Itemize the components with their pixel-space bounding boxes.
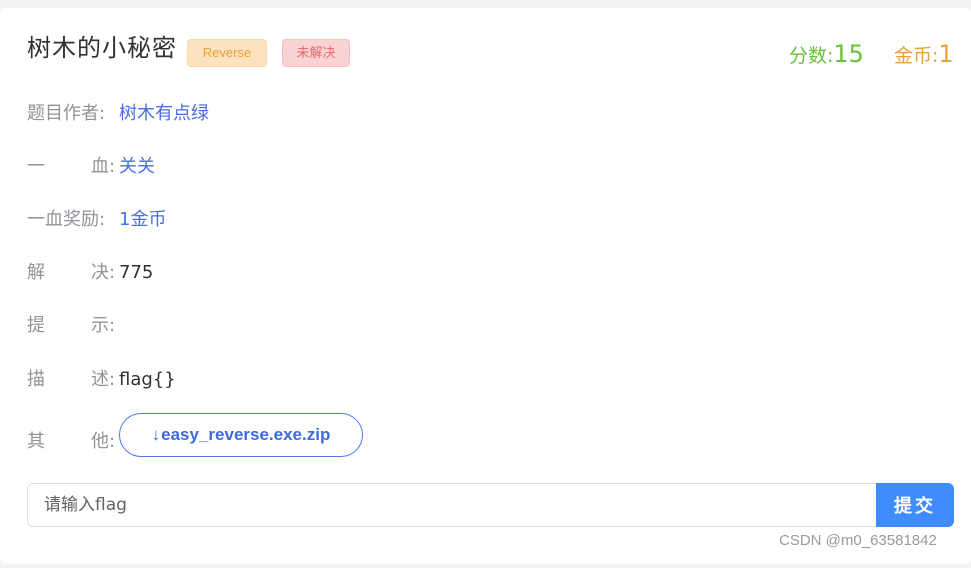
description-value: flag{} [119,369,176,390]
author-label: 题目作者: [27,103,106,124]
hint-label: 提示: [27,315,116,336]
status-tag: 未解决 [282,39,350,67]
coin-label: 金币: [894,45,939,67]
category-tag: Reverse [187,39,267,67]
author-link[interactable]: 树木有点绿 [119,100,209,128]
description-label: 描述: [27,369,116,390]
score-value: 15 [833,40,864,68]
solved-label: 解决: [27,262,116,283]
first-blood-reward-label: 一血奖励: [27,209,106,230]
flag-input[interactable] [27,483,878,527]
download-icon: ↓ [151,425,161,444]
first-blood-reward-value: 1金币 [119,209,167,230]
submit-button[interactable]: 提交 [876,483,954,527]
watermark: CSDN @m0_63581842 [779,532,937,549]
coin-value: 1 [938,40,954,68]
challenge-title: 树木的小秘密 [27,34,177,62]
first-blood-user-link[interactable]: 关关 [119,153,155,181]
coin-stat: 金币:1 [894,40,954,70]
score-label: 分数: [789,45,834,67]
attachment-filename: easy_reverse.exe.zip [161,425,331,444]
first-blood-label: 一血: [27,156,116,177]
attachment-download-button[interactable]: ↓easy_reverse.exe.zip [119,413,363,457]
other-label: 其他: [27,431,116,452]
score-stat: 分数:15 [789,40,864,70]
solved-count: 775 [119,262,154,283]
